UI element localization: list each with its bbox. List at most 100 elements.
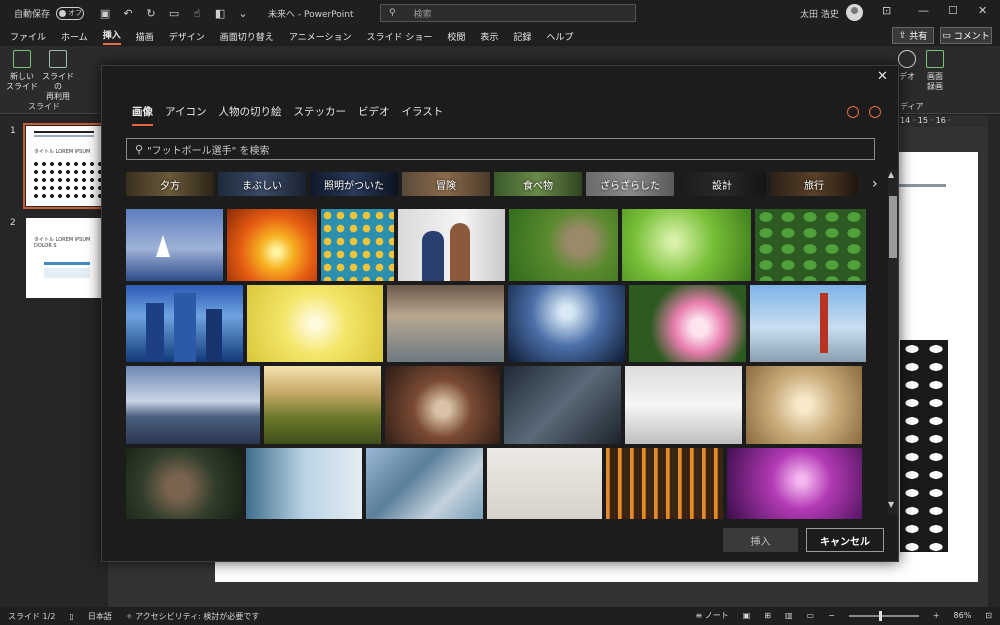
image-search-input[interactable]: ⚲ "フットボール選手" を検索 [126, 138, 875, 160]
image-students-library[interactable] [387, 285, 504, 362]
image-handshake[interactable] [504, 366, 621, 444]
zoom-in-icon[interactable]: + [933, 611, 940, 620]
image-paint-brush[interactable] [385, 366, 500, 444]
image-plumeria-flower[interactable] [629, 285, 746, 362]
ribbon-tab[interactable]: 校閲 [447, 30, 465, 43]
category-chip[interactable]: 照明がついた [310, 172, 398, 196]
spell-check-icon[interactable]: ▯ [69, 612, 73, 621]
slideshow-view-icon[interactable]: ▭ [807, 611, 815, 620]
zoom-slider[interactable] [848, 610, 919, 621]
ribbon-tab[interactable]: 描画 [136, 30, 154, 43]
comment-button[interactable]: ▭ コメント [940, 27, 992, 44]
maximize-icon[interactable]: ☐ [948, 4, 958, 17]
zoom-level[interactable]: 86% [954, 611, 972, 620]
ribbon-tab[interactable]: ヘルプ [546, 30, 573, 43]
category-chip[interactable]: ざらざらした [586, 172, 674, 196]
app-search-input[interactable]: ⚲ 検索 [380, 4, 636, 22]
start-slideshow-icon[interactable]: ▭ [167, 7, 181, 20]
language[interactable]: 日本語 [88, 611, 112, 622]
image-dandelion[interactable] [746, 366, 862, 444]
cancel-button[interactable]: キャンセル [806, 528, 884, 552]
image-skyscrapers[interactable] [126, 285, 243, 362]
image-lemon-slice[interactable] [247, 285, 383, 362]
image-building-facade[interactable] [606, 448, 723, 519]
ribbon-tab[interactable]: ファイル [10, 30, 46, 43]
image-purple-bokeh[interactable] [727, 448, 862, 519]
notes-button[interactable]: ≡ ノート [695, 610, 728, 621]
autosave-toggle[interactable]: 自動保存 オフ [14, 6, 85, 20]
image-concert-crowd[interactable] [508, 285, 625, 362]
category-chip[interactable]: 食べ物 [494, 172, 582, 196]
image-golden-gate[interactable] [750, 285, 866, 362]
image-glacier-lake[interactable] [126, 366, 260, 444]
chevron-up-icon[interactable]: ▲ [888, 170, 894, 179]
image-animal[interactable] [126, 448, 242, 519]
autosave-switch[interactable]: オフ [56, 6, 85, 20]
new-slide-button[interactable]: 新しい スライド [6, 50, 38, 92]
insert-button[interactable]: 挿入 [723, 528, 798, 552]
fit-slide-icon[interactable]: ⊡ [985, 611, 992, 620]
avatar[interactable] [846, 4, 863, 21]
slide-sorter-icon[interactable]: ⊞ [764, 611, 771, 620]
chevron-down-icon[interactable]: ▼ [888, 500, 894, 509]
ribbon-tab[interactable]: スライド ショー [366, 30, 432, 43]
scrollbar-thumb[interactable] [889, 196, 897, 258]
image-grid-scrollbar[interactable]: ▲ ▼ [888, 170, 898, 515]
image-nautilus[interactable] [227, 209, 317, 281]
category-chip[interactable]: 設計 [678, 172, 766, 196]
ribbon-display-icon[interactable]: ⊡ [882, 4, 891, 17]
image-blueprint-desk[interactable] [487, 448, 602, 519]
image-water-drops[interactable] [622, 209, 751, 281]
normal-view-icon[interactable]: ▣ [743, 611, 751, 620]
slide-thumbnail-2[interactable]: タイトル LOREM IPSUM DOLOR S [26, 218, 106, 298]
customize-qat-icon[interactable]: ⌄ [236, 7, 250, 20]
dialog-tab[interactable]: アイコン [165, 104, 206, 126]
reading-view-icon[interactable]: ▥ [785, 611, 793, 620]
image-kitchen[interactable] [625, 366, 742, 444]
accessibility-status[interactable]: ✧ アクセシビリティ: 検討が必要です [126, 611, 260, 622]
undo-icon[interactable]: ↶ [121, 7, 135, 20]
video-button[interactable]: デオ [896, 50, 918, 82]
ribbon-tab[interactable]: 記録 [513, 30, 531, 43]
close-icon[interactable]: ✕ [877, 69, 888, 84]
slide-thumbnail-1[interactable]: タイトル LOREM IPSUM [23, 123, 109, 209]
image-yellow-dots[interactable] [321, 209, 394, 281]
close-icon[interactable]: ✕ [978, 4, 987, 17]
redo-icon[interactable]: ↻ [144, 7, 158, 20]
dialog-tab[interactable]: イラスト [401, 104, 443, 126]
category-chip[interactable]: 旅行 [770, 172, 858, 196]
dialog-tab[interactable]: ビデオ [358, 104, 390, 126]
smile-feedback-icon[interactable] [847, 106, 859, 118]
category-chip[interactable]: 夕方 [126, 172, 214, 196]
ribbon-tab[interactable]: 挿入 [102, 28, 121, 45]
screen-record-button[interactable]: 画面 録画 [922, 50, 948, 92]
present-icon[interactable]: ◧ [213, 7, 227, 20]
search-icon: ⚲ [135, 142, 144, 156]
ribbon-tab[interactable]: アニメーション [289, 30, 352, 43]
ribbon-tab[interactable]: ホーム [61, 30, 88, 43]
minimize-icon[interactable]: — [918, 4, 929, 17]
ribbon-tab[interactable]: 表示 [480, 30, 498, 43]
ribbon-tab[interactable]: 画面切り替え [220, 30, 274, 43]
touch-mode-icon[interactable]: ☝ [190, 7, 204, 20]
share-button[interactable]: ⇪ 共有 [892, 27, 934, 44]
editor-vertical-scrollbar[interactable] [988, 115, 1000, 607]
image-green-leaves[interactable] [755, 209, 866, 281]
reuse-slide-button[interactable]: スライドの 再利用 [40, 50, 76, 102]
category-chip[interactable]: 冒険 [402, 172, 490, 196]
chevron-right-icon[interactable]: › [872, 176, 878, 192]
image-business-handshake[interactable] [246, 448, 362, 519]
image-cat[interactable] [509, 209, 618, 281]
ribbon-tab[interactable]: デザイン [169, 30, 205, 43]
save-icon[interactable]: ▣ [98, 7, 112, 20]
dialog-tab[interactable]: 人物の切り絵 [218, 104, 281, 126]
category-chip[interactable]: まぶしい [218, 172, 306, 196]
dialog-tab[interactable]: 画像 [132, 104, 153, 126]
image-mountain-tent[interactable] [264, 366, 381, 444]
dialog-tab[interactable]: ステッカー [293, 104, 346, 126]
frown-feedback-icon[interactable] [869, 106, 881, 118]
image-sailboat[interactable] [126, 209, 223, 281]
zoom-out-icon[interactable]: − [828, 611, 835, 620]
image-people-whiteboard[interactable] [398, 209, 505, 281]
image-palm-leaf[interactable] [366, 448, 483, 519]
